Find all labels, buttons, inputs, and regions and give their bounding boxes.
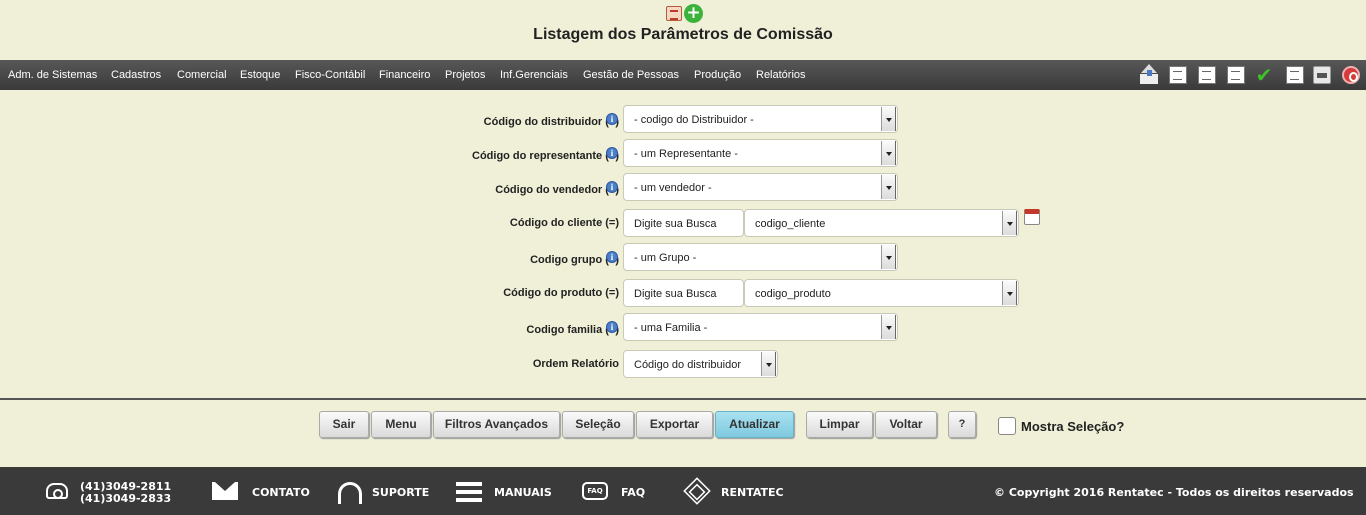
label-produto: Código do produto (=): [503, 287, 619, 299]
info-icon[interactable]: i: [606, 113, 618, 125]
mostra-selecao-checkbox[interactable]: [998, 417, 1016, 435]
footer-contato-link[interactable]: CONTATO: [252, 486, 310, 499]
label-representante: Código do representante (=): [472, 150, 619, 162]
info-icon[interactable]: i: [606, 181, 618, 193]
chevron-down-icon[interactable]: [881, 315, 896, 339]
info-icon[interactable]: i: [606, 251, 618, 263]
info-icon[interactable]: i: [606, 147, 618, 159]
add-icon[interactable]: +: [684, 4, 703, 23]
footer-copyright: © Copyright 2016 Rentatec - Todos os dir…: [994, 486, 1354, 499]
exportar-button[interactable]: Exportar: [636, 411, 713, 438]
footer: (41)3049-2811 (41)3049-2833 CONTATO SUPO…: [0, 467, 1366, 515]
home-icon[interactable]: [1140, 64, 1158, 84]
document-edit-icon[interactable]: [1198, 66, 1216, 84]
headset-icon[interactable]: [338, 482, 362, 504]
selecao-button[interactable]: Seleção: [562, 411, 634, 438]
new-document-icon[interactable]: [1286, 66, 1304, 84]
produto-select[interactable]: codigo_produto: [744, 279, 1019, 307]
books-icon[interactable]: [456, 482, 482, 502]
export-icon[interactable]: [1227, 66, 1245, 84]
menu-item-relatorios[interactable]: Relatórios: [756, 69, 806, 81]
help-button[interactable]: ?: [948, 411, 976, 438]
produto-search-input[interactable]: Digite sua Busca: [623, 279, 744, 307]
familia-select-value: - uma Familia -: [634, 322, 708, 334]
check-icon[interactable]: ✔: [1255, 65, 1273, 85]
representante-select-value: - um Representante -: [634, 148, 738, 160]
vendedor-select[interactable]: - um vendedor -: [623, 173, 898, 201]
grupo-select-value: - um Grupo -: [634, 252, 697, 264]
vendedor-select-value: - um vendedor -: [634, 182, 712, 194]
header-icons: +: [663, 4, 705, 24]
label-cliente: Código do cliente (=): [509, 217, 619, 229]
label-distribuidor: Código do distribuidor (=): [483, 116, 619, 128]
footer-phone-2: (41)3049-2833: [80, 492, 172, 505]
representante-select[interactable]: - um Representante -: [623, 139, 898, 167]
chevron-down-icon[interactable]: [881, 107, 896, 131]
cliente-select[interactable]: codigo_cliente: [744, 209, 1019, 237]
chevron-down-icon[interactable]: [881, 245, 896, 269]
cliente-search-text: Digite sua Busca: [634, 218, 717, 230]
calendar-icon[interactable]: [1024, 209, 1040, 225]
footer-manuais-link[interactable]: MANUAIS: [494, 486, 552, 499]
mail-icon[interactable]: [212, 482, 238, 500]
distribuidor-select-value: - codigo do Distribuidor -: [634, 114, 754, 126]
filtros-avancados-button[interactable]: Filtros Avançados: [433, 411, 560, 438]
cliente-search-input[interactable]: Digite sua Busca: [623, 209, 744, 237]
report-icon[interactable]: [666, 6, 682, 21]
limpar-button[interactable]: Limpar: [806, 411, 873, 438]
grupo-select[interactable]: - um Grupo -: [623, 243, 898, 271]
produto-search-text: Digite sua Busca: [634, 288, 717, 300]
menu-item-producao[interactable]: Produção: [694, 69, 741, 81]
chevron-down-icon[interactable]: [1002, 211, 1017, 235]
chevron-down-icon[interactable]: [881, 175, 896, 199]
form-labels: Código do distribuidor (=) Código do rep…: [0, 0, 619, 400]
familia-select[interactable]: - uma Familia -: [623, 313, 898, 341]
ordem-select[interactable]: Código do distribuidor: [623, 350, 778, 378]
chevron-down-icon[interactable]: [761, 352, 776, 376]
footer-faq-link[interactable]: FAQ: [621, 486, 645, 499]
label-vendedor: Código do vendedor (=): [495, 184, 619, 196]
chevron-down-icon[interactable]: [881, 141, 896, 165]
label-ordem: Ordem Relatório: [532, 358, 619, 370]
footer-rentatec-link[interactable]: RENTATEC: [721, 486, 784, 499]
mostra-selecao-label: Mostra Seleção?: [1021, 419, 1125, 434]
footer-suporte-link[interactable]: SUPORTE: [372, 486, 429, 499]
info-icon[interactable]: i: [606, 321, 618, 333]
produto-select-value: codigo_produto: [755, 288, 831, 300]
network-icon[interactable]: [683, 477, 711, 505]
power-icon[interactable]: [1342, 66, 1360, 84]
sair-button[interactable]: Sair: [319, 411, 369, 438]
edit-icon[interactable]: [1169, 66, 1187, 84]
ordem-select-value: Código do distribuidor: [634, 359, 742, 371]
divider: [0, 398, 1366, 400]
phone-icon: [46, 483, 68, 499]
voltar-button[interactable]: Voltar: [875, 411, 937, 438]
faq-icon[interactable]: FAQ: [582, 482, 608, 500]
atualizar-button[interactable]: Atualizar: [715, 411, 794, 438]
distribuidor-select[interactable]: - codigo do Distribuidor -: [623, 105, 898, 133]
chevron-down-icon[interactable]: [1002, 281, 1017, 305]
cliente-select-value: codigo_cliente: [755, 218, 826, 230]
print-icon[interactable]: [1313, 66, 1331, 84]
menu-button[interactable]: Menu: [371, 411, 431, 438]
